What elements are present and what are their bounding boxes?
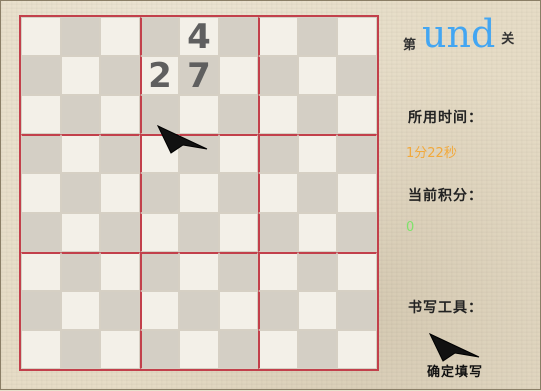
cell-digit: 2 bbox=[148, 55, 172, 96]
board-cell[interactable] bbox=[21, 290, 61, 330]
board-cell[interactable] bbox=[100, 329, 140, 369]
board-cell[interactable] bbox=[297, 212, 338, 252]
board-cell[interactable] bbox=[297, 56, 338, 96]
board-cell[interactable] bbox=[337, 173, 377, 213]
board-cell[interactable] bbox=[60, 95, 101, 135]
board-cell[interactable]: 4 bbox=[179, 16, 219, 57]
board-cell[interactable] bbox=[218, 17, 259, 57]
board-cell[interactable] bbox=[258, 17, 298, 57]
board-cell[interactable] bbox=[258, 251, 298, 291]
board-cell[interactable] bbox=[297, 290, 338, 330]
board-cell[interactable] bbox=[21, 134, 61, 174]
board-cell[interactable] bbox=[258, 56, 298, 96]
board-cell[interactable] bbox=[21, 95, 61, 135]
board-cell[interactable] bbox=[258, 173, 298, 213]
sudoku-board: 427 bbox=[19, 15, 379, 371]
board-cell[interactable] bbox=[100, 95, 140, 135]
board-cell[interactable] bbox=[21, 212, 61, 252]
board-cell[interactable]: 7 bbox=[179, 55, 219, 96]
board-cell[interactable] bbox=[21, 251, 61, 291]
board-cell[interactable] bbox=[21, 173, 61, 213]
board-cell[interactable] bbox=[139, 290, 180, 330]
score-label: 当前积分： bbox=[408, 188, 483, 204]
level-suffix: 关 bbox=[501, 32, 515, 47]
time-value: 1分22秒 bbox=[406, 146, 457, 161]
board-cell[interactable] bbox=[100, 251, 140, 291]
time-label: 所用时间： bbox=[408, 110, 483, 126]
board-cell[interactable] bbox=[297, 251, 338, 291]
board-cell[interactable] bbox=[179, 290, 219, 330]
pen-tool-icon[interactable] bbox=[429, 333, 481, 363]
board-cell[interactable] bbox=[139, 251, 180, 291]
board-cell[interactable] bbox=[60, 56, 101, 96]
cell-digit: 4 bbox=[187, 16, 211, 57]
board-cell[interactable] bbox=[60, 173, 101, 213]
level-prefix: 第 bbox=[403, 38, 417, 53]
board-cell[interactable] bbox=[218, 173, 259, 213]
board-cell[interactable] bbox=[337, 251, 377, 291]
board-cell[interactable] bbox=[218, 134, 259, 174]
board-cell[interactable] bbox=[337, 134, 377, 174]
board-cell[interactable] bbox=[218, 95, 259, 135]
board-cell[interactable] bbox=[21, 329, 61, 369]
board-cell[interactable] bbox=[139, 329, 180, 369]
board-cell[interactable] bbox=[60, 251, 101, 291]
board-cell[interactable] bbox=[337, 329, 377, 369]
board-cell[interactable] bbox=[100, 134, 140, 174]
board-cell[interactable] bbox=[218, 56, 259, 96]
board-cell[interactable] bbox=[60, 134, 101, 174]
confirm-fill-button[interactable]: 确定填写 bbox=[427, 361, 483, 380]
board-cell[interactable] bbox=[297, 95, 338, 135]
board-cell[interactable] bbox=[60, 329, 101, 369]
tool-label: 书写工具： bbox=[408, 300, 483, 316]
board-cell[interactable] bbox=[60, 290, 101, 330]
board-cell[interactable] bbox=[337, 95, 377, 135]
board-cell[interactable] bbox=[337, 290, 377, 330]
board-cell[interactable] bbox=[60, 212, 101, 252]
board-cell[interactable] bbox=[297, 173, 338, 213]
board-cell[interactable] bbox=[258, 95, 298, 135]
board-cell[interactable]: 2 bbox=[139, 55, 180, 96]
board-cell[interactable] bbox=[100, 290, 140, 330]
board-cell[interactable] bbox=[21, 56, 61, 96]
board-cell[interactable] bbox=[100, 56, 140, 96]
board-cell[interactable] bbox=[100, 212, 140, 252]
board-cell[interactable] bbox=[100, 173, 140, 213]
board-cell[interactable] bbox=[139, 212, 180, 252]
board-cell[interactable] bbox=[218, 290, 259, 330]
board-cell[interactable] bbox=[258, 329, 298, 369]
board-cell[interactable] bbox=[218, 329, 259, 369]
board-cell[interactable] bbox=[297, 17, 338, 57]
board-cell[interactable] bbox=[218, 212, 259, 252]
cell-digit: 7 bbox=[187, 55, 211, 96]
level-number: und bbox=[422, 12, 496, 56]
pen-cursor-icon bbox=[157, 125, 208, 154]
board-cell[interactable] bbox=[179, 173, 219, 213]
board-cell[interactable] bbox=[297, 134, 338, 174]
board-cell[interactable] bbox=[337, 212, 377, 252]
board-cell[interactable] bbox=[21, 17, 61, 57]
score-value: 0 bbox=[406, 220, 415, 235]
board-cell[interactable] bbox=[139, 17, 180, 57]
board-cell[interactable] bbox=[179, 329, 219, 369]
level-indicator: 第 und 关 bbox=[403, 13, 514, 53]
board-cell[interactable] bbox=[179, 212, 219, 252]
game-window: 427 第 und 关 所用时间： 1分22秒 当前积分： 0 书写工具： 确定… bbox=[0, 0, 541, 390]
board-cell[interactable] bbox=[100, 17, 140, 57]
board-cell[interactable] bbox=[258, 134, 298, 174]
board-cell[interactable] bbox=[337, 56, 377, 96]
board-cell[interactable] bbox=[337, 17, 377, 57]
board-cell[interactable] bbox=[218, 251, 259, 291]
board-cell[interactable] bbox=[297, 329, 338, 369]
board-cell[interactable] bbox=[179, 251, 219, 291]
board-cell[interactable] bbox=[60, 17, 101, 57]
board-cell[interactable] bbox=[258, 212, 298, 252]
board-cell[interactable] bbox=[258, 290, 298, 330]
board-cell[interactable] bbox=[139, 173, 180, 213]
